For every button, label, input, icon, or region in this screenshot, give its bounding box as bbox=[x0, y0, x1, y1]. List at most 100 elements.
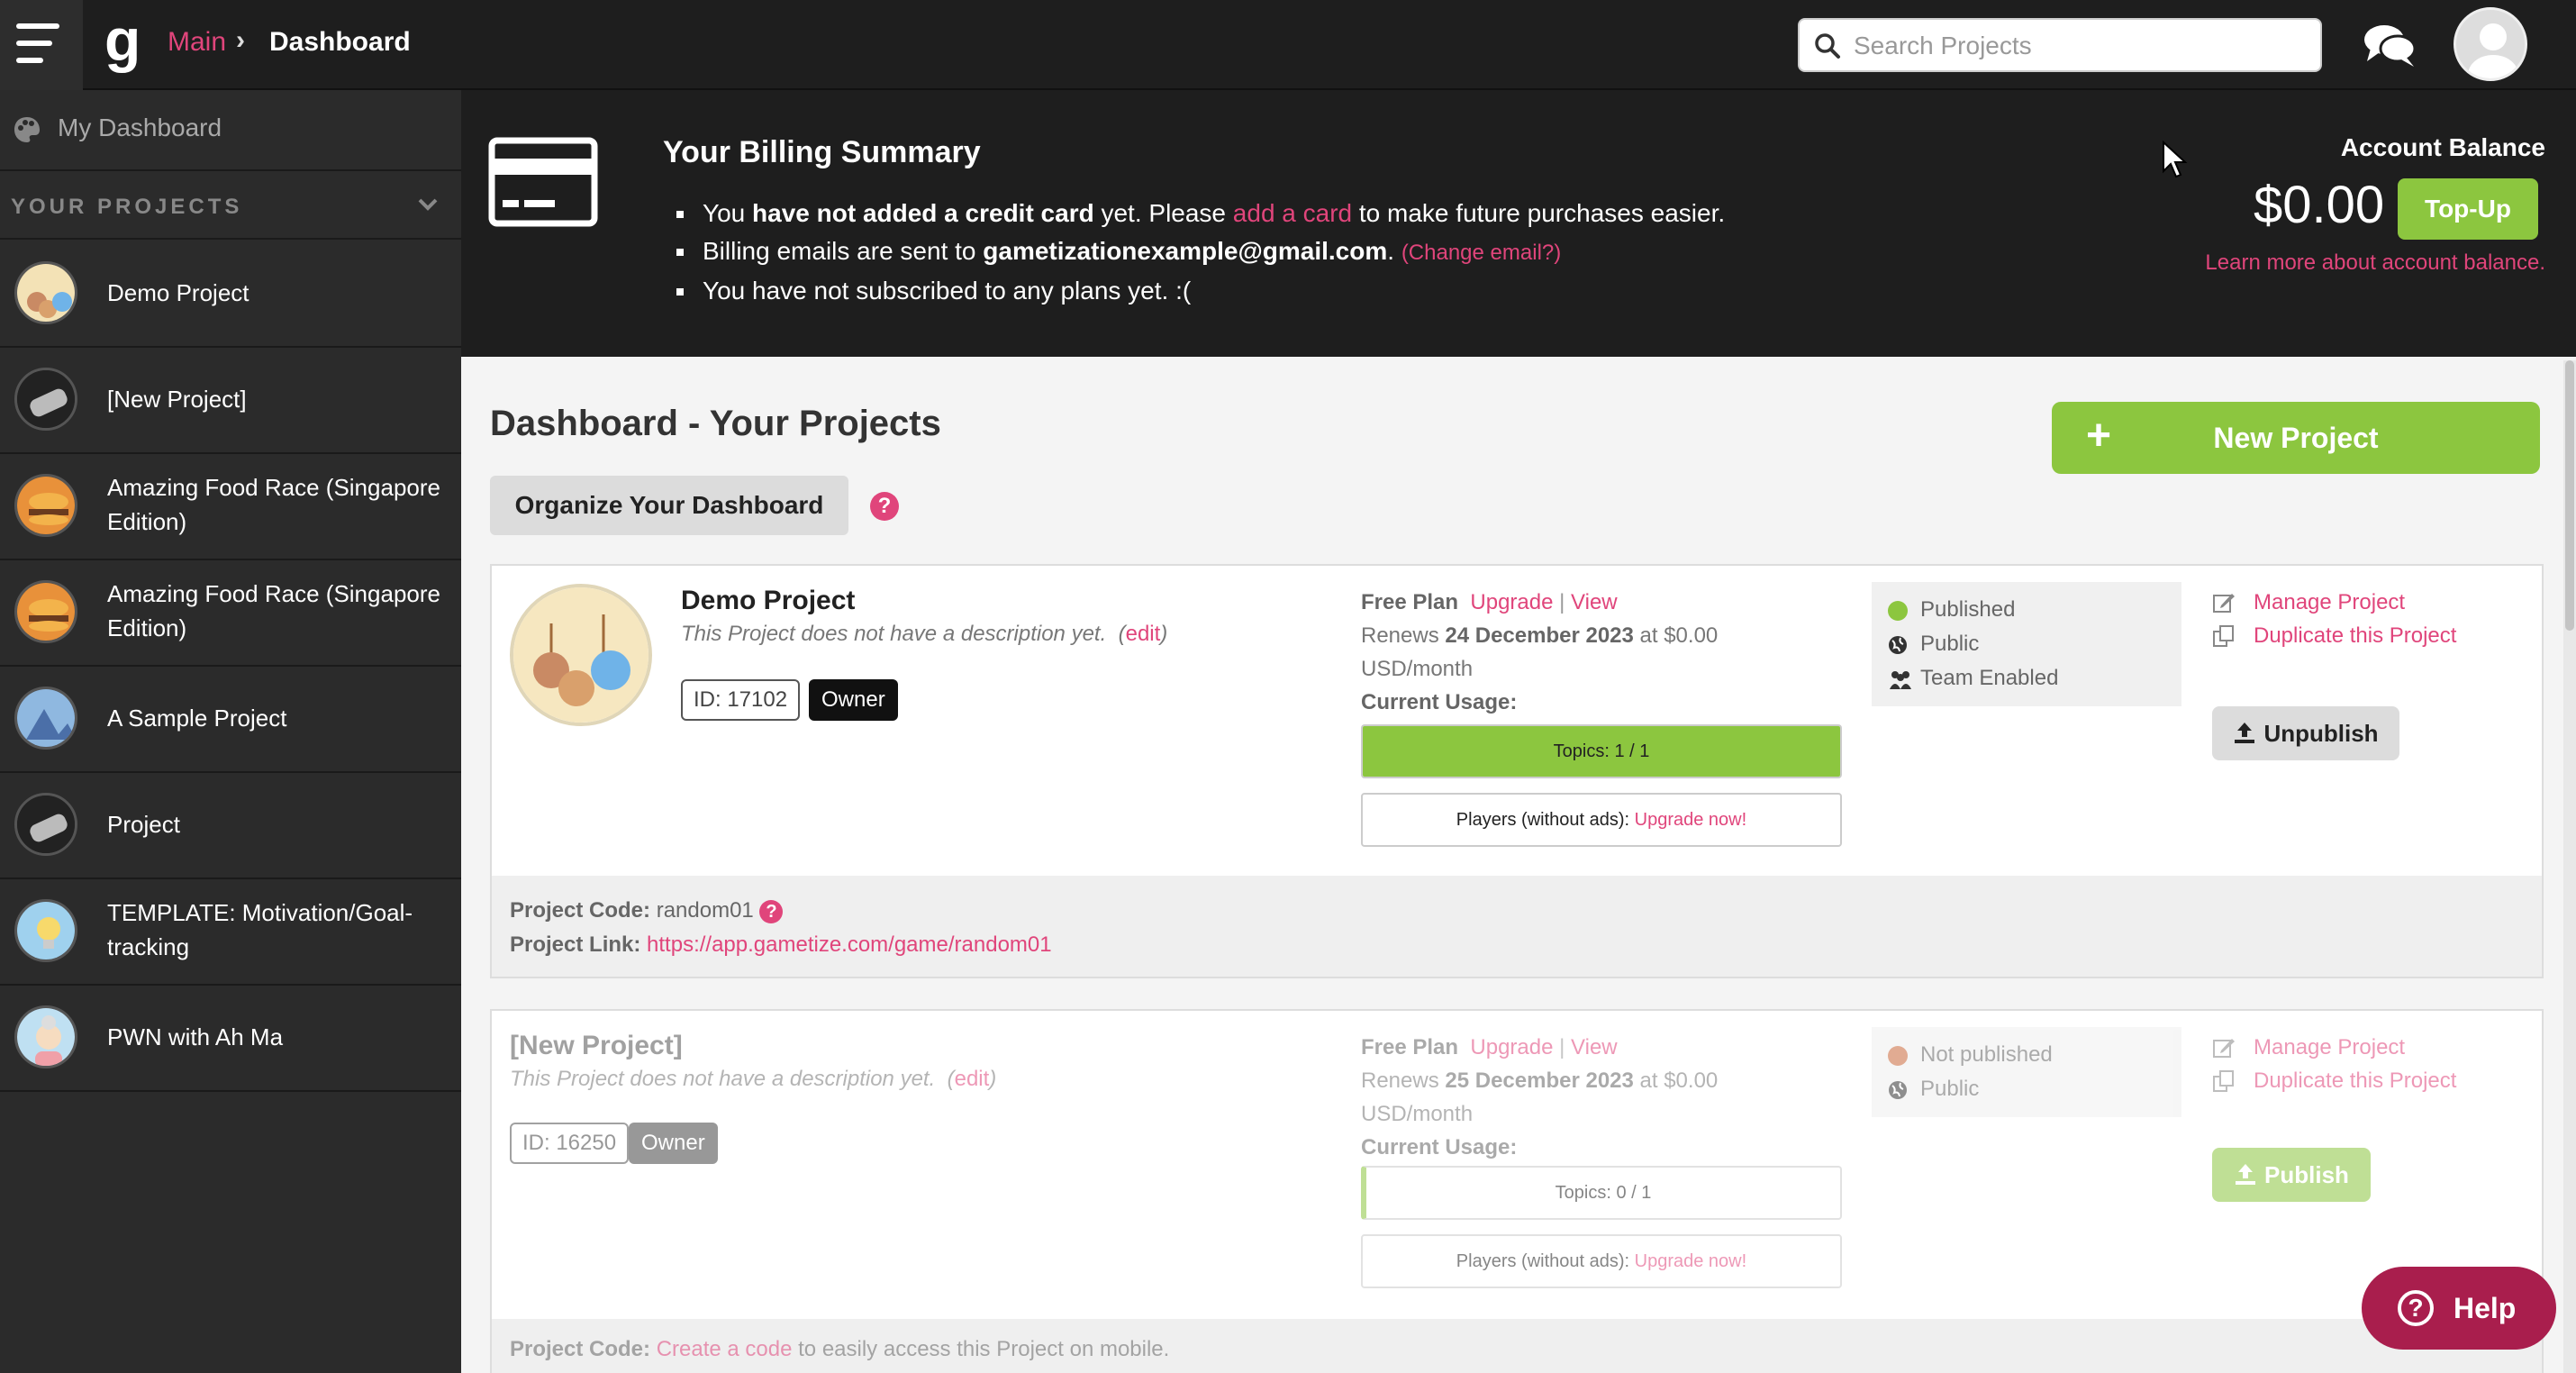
search-box[interactable] bbox=[1798, 18, 2322, 72]
manage-project-link[interactable]: Manage Project bbox=[2254, 590, 2405, 614]
owner-badge: Owner bbox=[809, 679, 898, 721]
sidebar-project-sample-project[interactable]: A Sample Project bbox=[0, 667, 461, 773]
upgrade-now-link[interactable]: Upgrade now! bbox=[1635, 1251, 1747, 1271]
top-up-button[interactable]: Top-Up bbox=[2398, 178, 2538, 240]
change-email-link[interactable]: (Change email?) bbox=[1401, 241, 1561, 265]
gametize-logo[interactable]: g bbox=[104, 10, 150, 72]
sidebar-project-food-race-2[interactable]: Amazing Food Race (Singapore Edition) bbox=[0, 560, 461, 667]
sidebar-project-project[interactable]: Project bbox=[0, 773, 461, 879]
project-actions: Manage Project Duplicate this Project bbox=[2212, 1031, 2456, 1097]
billing-summary: Your Billing Summary You have not added … bbox=[461, 90, 2576, 357]
status-text: Not published bbox=[1920, 1042, 2053, 1067]
plan-row: Free Plan Upgrade | View bbox=[1361, 586, 1718, 619]
green-dot-icon bbox=[1888, 601, 1908, 621]
menu-toggle-button[interactable] bbox=[0, 0, 83, 90]
duplicate-project-link[interactable]: Duplicate this Project bbox=[2254, 1068, 2456, 1093]
project-link-label: Project Link: bbox=[510, 932, 641, 957]
project-code-info: Project Code: random01 ? Project Link: h… bbox=[510, 894, 1052, 962]
billing-email: Billing emails are sent to gametizatione… bbox=[697, 232, 1725, 272]
text: Renews bbox=[1361, 1068, 1446, 1093]
new-project-label: New Project bbox=[2213, 422, 2379, 454]
text: You bbox=[703, 199, 753, 227]
sidebar-project-name: TEMPLATE: Motivation/Goal-tracking bbox=[107, 899, 413, 960]
topics-usage-text: Topics: 0 / 1 bbox=[1555, 1183, 1652, 1203]
chat-bubbles-icon[interactable] bbox=[2362, 20, 2417, 70]
upgrade-now-link[interactable]: Upgrade now! bbox=[1635, 810, 1747, 830]
add-card-link[interactable]: add a card bbox=[1233, 199, 1352, 227]
new-project-button[interactable]: + New Project bbox=[2052, 402, 2540, 474]
duplicate-project-link[interactable]: Duplicate this Project bbox=[2254, 623, 2456, 648]
unpublish-button[interactable]: Unpublish bbox=[2212, 706, 2399, 760]
publish-label: Publish bbox=[2264, 1161, 2349, 1188]
players-usage-text: Players (without ads): bbox=[1456, 810, 1635, 830]
upgrade-link[interactable]: Upgrade bbox=[1470, 1035, 1553, 1059]
players-usage-bar: Players (without ads): Upgrade now! bbox=[1361, 1234, 1842, 1288]
renewal-date: 25 December 2023 bbox=[1445, 1068, 1634, 1093]
burger-icon bbox=[14, 474, 77, 537]
renewal-currency: USD/month bbox=[1361, 657, 1474, 681]
sidebar-project-food-race-1[interactable]: Amazing Food Race (Singapore Edition) bbox=[0, 454, 461, 560]
renewal-date: 24 December 2023 bbox=[1445, 623, 1634, 648]
edit-description-link[interactable]: edit bbox=[955, 1067, 990, 1091]
sidebar-project-template-motivation[interactable]: TEMPLATE: Motivation/Goal-tracking bbox=[0, 879, 461, 986]
scrollbar-thumb[interactable] bbox=[2565, 360, 2574, 631]
search-input[interactable] bbox=[1854, 29, 2304, 63]
project-description: This Project does not have a description… bbox=[681, 622, 1168, 646]
edit-description-link[interactable]: edit bbox=[1126, 622, 1161, 646]
project-card: [New Project] This Project does not have… bbox=[490, 1009, 2544, 1373]
question-help-icon[interactable]: ? bbox=[759, 900, 784, 923]
create-code-link[interactable]: Create a code bbox=[657, 1337, 793, 1361]
project-code-row: Project Code: random01 ? bbox=[510, 894, 1052, 928]
plan-row: Free Plan Upgrade | View bbox=[1361, 1031, 1718, 1064]
gamepad-icon bbox=[14, 793, 77, 856]
players-usage-bar: Players (without ads): Upgrade now! bbox=[1361, 793, 1842, 847]
status-text: Published bbox=[1920, 597, 2016, 622]
duplicate-project-row: Duplicate this Project bbox=[2212, 619, 2456, 652]
your-projects-header[interactable]: YOUR PROJECTS bbox=[0, 173, 461, 240]
status-public: Public bbox=[1888, 627, 2165, 661]
billing-plans-status: You have not subscribed to any plans yet… bbox=[697, 272, 1725, 310]
billing-email-address: gametizationexample@gmail.com bbox=[983, 237, 1388, 265]
organize-dashboard-button[interactable]: Organize Your Dashboard bbox=[490, 476, 848, 535]
globe-icon bbox=[1889, 1081, 1907, 1099]
manage-project-row: Manage Project bbox=[2212, 586, 2456, 619]
manage-project-link[interactable]: Manage Project bbox=[2254, 1035, 2405, 1059]
owner-badge: Owner bbox=[629, 1123, 718, 1164]
learn-more-balance-link[interactable]: Learn more about account balance. bbox=[2205, 250, 2545, 276]
sidebar-item-my-dashboard[interactable]: My Dashboard bbox=[0, 90, 461, 171]
upgrade-link[interactable]: Upgrade bbox=[1470, 590, 1553, 614]
project-id-badge: ID: 17102 bbox=[681, 679, 801, 721]
project-title[interactable]: [New Project] bbox=[510, 1031, 683, 1061]
sidebar-project-name: Project bbox=[107, 811, 180, 838]
publish-button[interactable]: Publish bbox=[2212, 1148, 2371, 1202]
copy-icon bbox=[2213, 625, 2234, 647]
project-description: This Project does not have a description… bbox=[510, 1067, 997, 1091]
plan-name: Free Plan bbox=[1361, 590, 1459, 614]
globe-icon bbox=[1889, 636, 1907, 654]
sidebar-project-pwn-ah-ma[interactable]: PWN with Ah Ma bbox=[0, 986, 461, 1092]
help-label: Help bbox=[2454, 1292, 2517, 1324]
chevron-down-icon[interactable] bbox=[414, 191, 441, 218]
breadcrumb-main-link[interactable]: Main bbox=[168, 27, 226, 58]
sidebar-project-new-project[interactable]: [New Project] bbox=[0, 348, 461, 454]
view-plan-link[interactable]: View bbox=[1571, 1035, 1618, 1059]
help-button[interactable]: ? Help bbox=[2362, 1267, 2556, 1350]
sidebar-project-name: Amazing Food Race (Singapore Edition) bbox=[107, 474, 440, 535]
view-plan-link[interactable]: View bbox=[1571, 590, 1618, 614]
gamepad-icon bbox=[14, 368, 77, 431]
project-title[interactable]: Demo Project bbox=[681, 586, 855, 616]
your-projects-label: YOUR PROJECTS bbox=[11, 195, 243, 219]
sidebar-project-demo-project[interactable]: Demo Project bbox=[0, 241, 461, 348]
candy-apples-icon bbox=[510, 584, 652, 726]
sidebar: My Dashboard YOUR PROJECTS Demo Project … bbox=[0, 90, 461, 1373]
sidebar-project-name: Demo Project bbox=[107, 279, 249, 306]
breadcrumb-current: Dashboard bbox=[269, 27, 411, 57]
project-url-link[interactable]: https://app.gametize.com/game/random01 bbox=[647, 932, 1052, 957]
renewal-currency: USD/month bbox=[1361, 1102, 1474, 1126]
question-help-icon[interactable]: ? bbox=[870, 492, 899, 521]
project-status: Not published Public bbox=[1872, 1027, 2181, 1117]
current-usage-label: Current Usage: bbox=[1361, 1135, 1518, 1159]
user-avatar[interactable] bbox=[2454, 7, 2527, 81]
project-footer: Project Code: Create a code to easily ac… bbox=[492, 1319, 2542, 1373]
description-text: This Project does not have a description… bbox=[510, 1067, 936, 1091]
